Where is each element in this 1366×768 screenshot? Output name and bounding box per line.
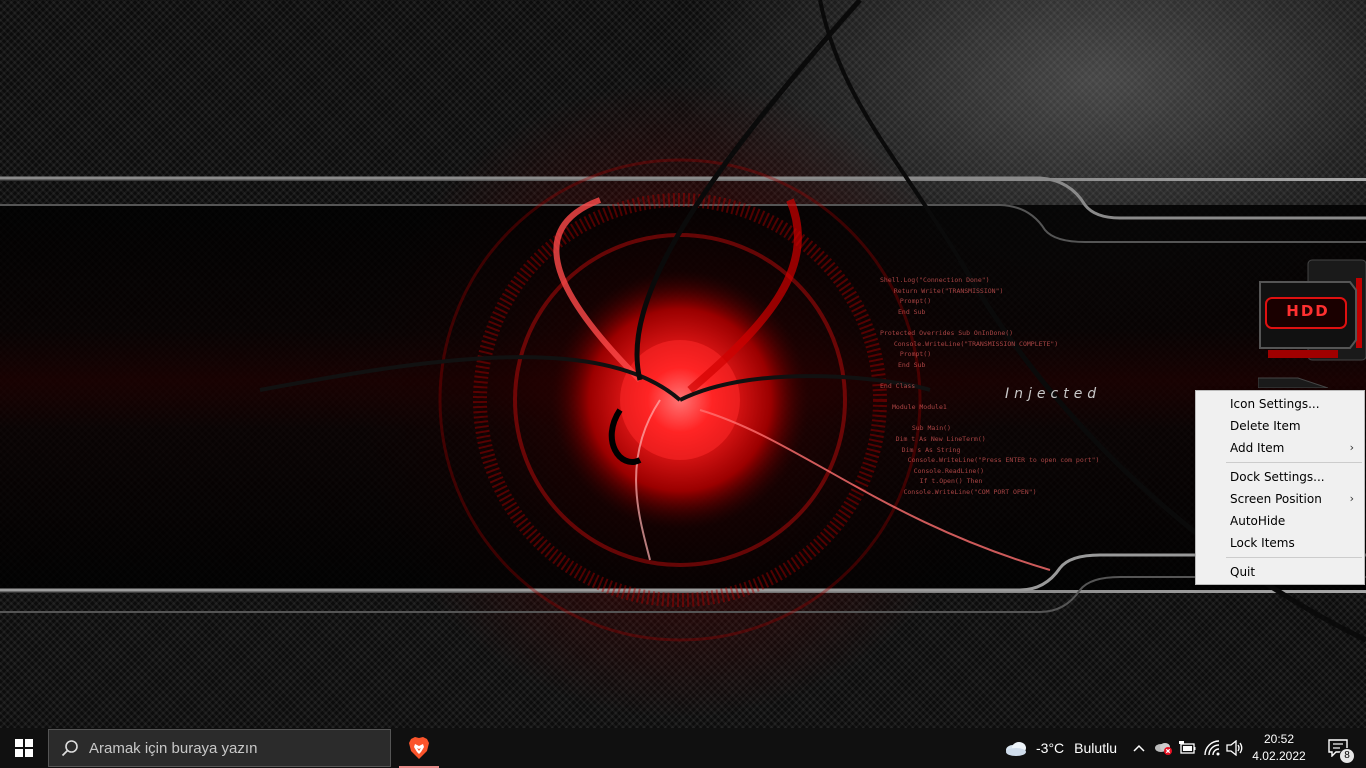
hdd-dock-widget[interactable]: HDD — [1257, 258, 1366, 389]
hdd-icon — [1257, 259, 1366, 389]
menu-item-label: AutoHide — [1230, 514, 1286, 528]
wallpaper-code-line — [880, 370, 1140, 381]
speaker-icon — [1226, 740, 1243, 756]
wallpaper-code-line: Dim t As New LineTerm() — [880, 434, 986, 443]
clock-date: 4.02.2022 — [1252, 749, 1306, 763]
wallpaper-code-line — [880, 413, 1140, 424]
menu-item-label: Icon Settings... — [1230, 397, 1320, 411]
search-placeholder: Aramak için buraya yazın — [89, 739, 258, 757]
action-center-button[interactable]: 8 — [1318, 728, 1358, 768]
menu-separator — [1226, 462, 1362, 463]
menu-item-screen-position[interactable]: Screen Position › — [1196, 488, 1364, 510]
wallpaper-code-line: Console.WriteLine("COM PORT OPEN") — [880, 487, 1037, 496]
menu-item-label: Delete Item — [1230, 419, 1301, 433]
brave-browser-icon — [409, 737, 429, 759]
wallpaper-code-line: Sub Main() — [904, 424, 951, 433]
search-icon — [61, 739, 79, 757]
taskbar-search-box[interactable]: Aramak için buraya yazın — [48, 729, 391, 767]
wallpaper-code-line: Console.WriteLine("TRANSMISSION COMPLETE… — [886, 339, 1059, 348]
wallpaper-code-line: Module Module1 — [892, 403, 947, 412]
desktop[interactable]: Shell.Log("Connection Done") Return Writ… — [0, 0, 1366, 728]
cloud-icon — [1006, 742, 1026, 756]
onedrive-tray-icon[interactable] — [1151, 728, 1175, 768]
volume-tray-icon[interactable] — [1224, 728, 1246, 768]
wifi-icon — [1204, 740, 1220, 756]
wallpaper-code-line: Console.WriteLine("Press ENTER to open c… — [892, 456, 1100, 465]
menu-item-lock-items[interactable]: Lock Items — [1196, 532, 1364, 554]
submenu-chevron-icon: › — [1349, 492, 1354, 505]
wallpaper-code-line: End Sub — [898, 360, 926, 369]
wallpaper-code-line: End Sub — [898, 307, 926, 316]
weather-widget[interactable]: -3°C Bulutlu — [1004, 728, 1117, 768]
menu-item-label: Add Item — [1230, 441, 1285, 455]
menu-item-dock-settings[interactable]: Dock Settings... — [1196, 466, 1364, 488]
network-tray-icon[interactable] — [1200, 728, 1224, 768]
wallpaper-code-line: Shell.Log("Connection Done") — [880, 276, 990, 284]
battery-icon — [1179, 741, 1196, 754]
menu-item-label: Lock Items — [1230, 536, 1295, 550]
wallpaper-code-line: Console.ReadLine() — [898, 466, 985, 475]
wallpaper-code-line: If t.Open() Then — [904, 477, 983, 486]
wallpaper-code-line — [880, 317, 1140, 328]
weather-temperature: -3°C — [1036, 740, 1065, 756]
menu-separator — [1226, 557, 1362, 558]
chevron-up-icon — [1133, 744, 1145, 752]
wallpaper-art — [0, 0, 1366, 643]
taskbar-clock[interactable]: 20:52 4.02.2022 — [1250, 731, 1308, 765]
taskbar: Aramak için buraya yazın -3°C Bulutlu 20… — [0, 728, 1366, 768]
wallpaper-code-line: Return Write("TRANSMISSION") — [886, 286, 1004, 295]
dock-context-menu: Icon Settings... Delete Item Add Item › D… — [1195, 390, 1365, 585]
wallpaper-code-line: Dim s As String — [886, 445, 961, 454]
wallpaper-code-line: Prompt() — [892, 350, 932, 359]
menu-item-label: Screen Position — [1230, 492, 1322, 506]
hdd-widget-label: HDD — [1286, 302, 1330, 320]
notification-count-badge: 8 — [1339, 748, 1355, 764]
clock-time: 20:52 — [1263, 732, 1295, 746]
cloud-error-icon — [1155, 743, 1172, 755]
menu-item-icon-settings[interactable]: Icon Settings... — [1196, 393, 1364, 415]
windows-logo-icon — [15, 739, 33, 757]
menu-item-autohide[interactable]: AutoHide — [1196, 510, 1364, 532]
wallpaper-injected-text: Injected — [1005, 386, 1102, 402]
menu-item-quit[interactable]: Quit — [1196, 561, 1364, 583]
submenu-chevron-icon: › — [1349, 441, 1354, 454]
weather-condition: Bulutlu — [1074, 740, 1117, 756]
show-hidden-icons-button[interactable] — [1128, 728, 1150, 768]
menu-item-add-item[interactable]: Add Item › — [1196, 437, 1364, 459]
battery-tray-icon[interactable] — [1176, 728, 1198, 768]
start-button[interactable] — [0, 728, 48, 768]
menu-item-label: Dock Settings... — [1230, 470, 1325, 484]
menu-item-label: Quit — [1230, 565, 1256, 579]
wallpaper-code-line: Protected Overrides Sub OnInDone() — [880, 328, 1014, 337]
menu-item-delete-item[interactable]: Delete Item — [1196, 415, 1364, 437]
wallpaper-code-line: Prompt() — [892, 297, 932, 306]
taskbar-app-brave[interactable] — [399, 728, 439, 768]
